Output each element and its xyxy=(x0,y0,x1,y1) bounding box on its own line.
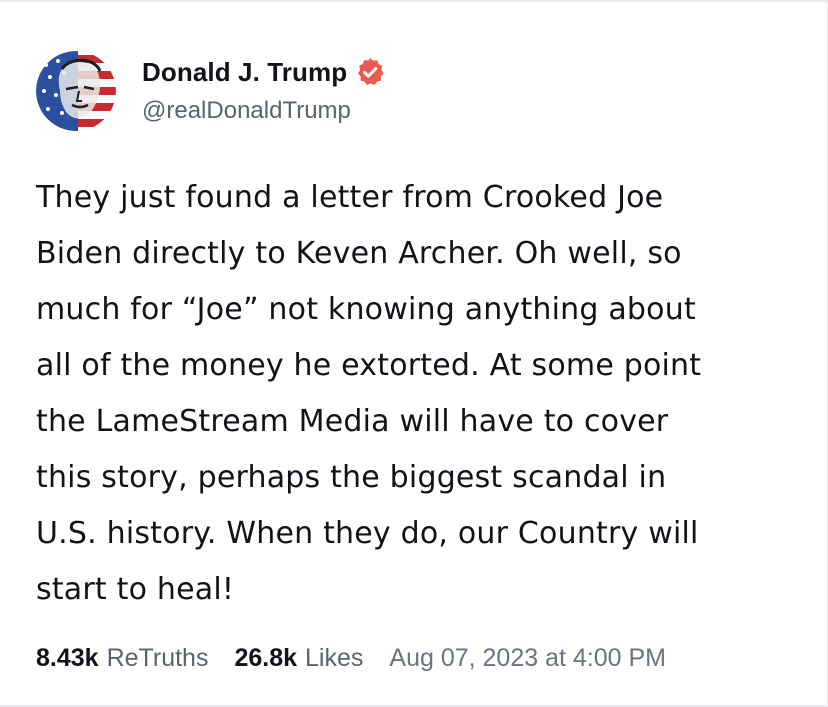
retruths-count: 8.43k xyxy=(36,643,99,672)
name-row: Donald J. Trump xyxy=(142,55,386,89)
likes-count: 26.8k xyxy=(234,643,298,672)
likes-stat[interactable]: 26.8k Likes xyxy=(234,644,363,673)
post-timestamp[interactable]: Aug 07, 2023 at 4:00 PM xyxy=(389,644,666,673)
avatar-image xyxy=(36,51,116,131)
likes-label: Likes xyxy=(305,643,364,672)
post-text-line: They just found a letter from Crooked Jo… xyxy=(36,180,664,215)
post-text-line: this story, perhaps the biggest scandal … xyxy=(36,460,667,495)
retruths-stat[interactable]: 8.43k ReTruths xyxy=(36,644,208,673)
author-display-name[interactable]: Donald J. Trump xyxy=(142,55,347,89)
post-text-line: all of the money he extorted. At some po… xyxy=(36,348,702,383)
post-header: Donald J. Trump @realDonaldTrump xyxy=(36,46,386,136)
author-identity: Donald J. Trump @realDonaldTrump xyxy=(142,55,386,127)
post-text-line: Biden directly to Keven Archer. Oh well,… xyxy=(36,236,682,271)
post-stats: 8.43k ReTruths 26.8k Likes Aug 07, 2023 … xyxy=(36,638,666,678)
post-text-line: the LameStream Media will have to cover xyxy=(36,404,669,439)
post-text-line: start to heal! xyxy=(36,572,235,607)
author-handle[interactable]: @realDonaldTrump xyxy=(142,95,386,127)
verified-badge-icon xyxy=(354,56,386,88)
post-text: They just found a letter from Crooked Jo… xyxy=(36,170,796,618)
avatar[interactable] xyxy=(36,51,116,131)
post-card: Donald J. Trump @realDonaldTrump They ju… xyxy=(0,0,828,707)
post-text-line: U.S. history. When they do, our Country … xyxy=(36,516,699,551)
retruths-label: ReTruths xyxy=(106,643,209,672)
post-text-line: much for “Joe” not knowing anything abou… xyxy=(36,292,696,327)
